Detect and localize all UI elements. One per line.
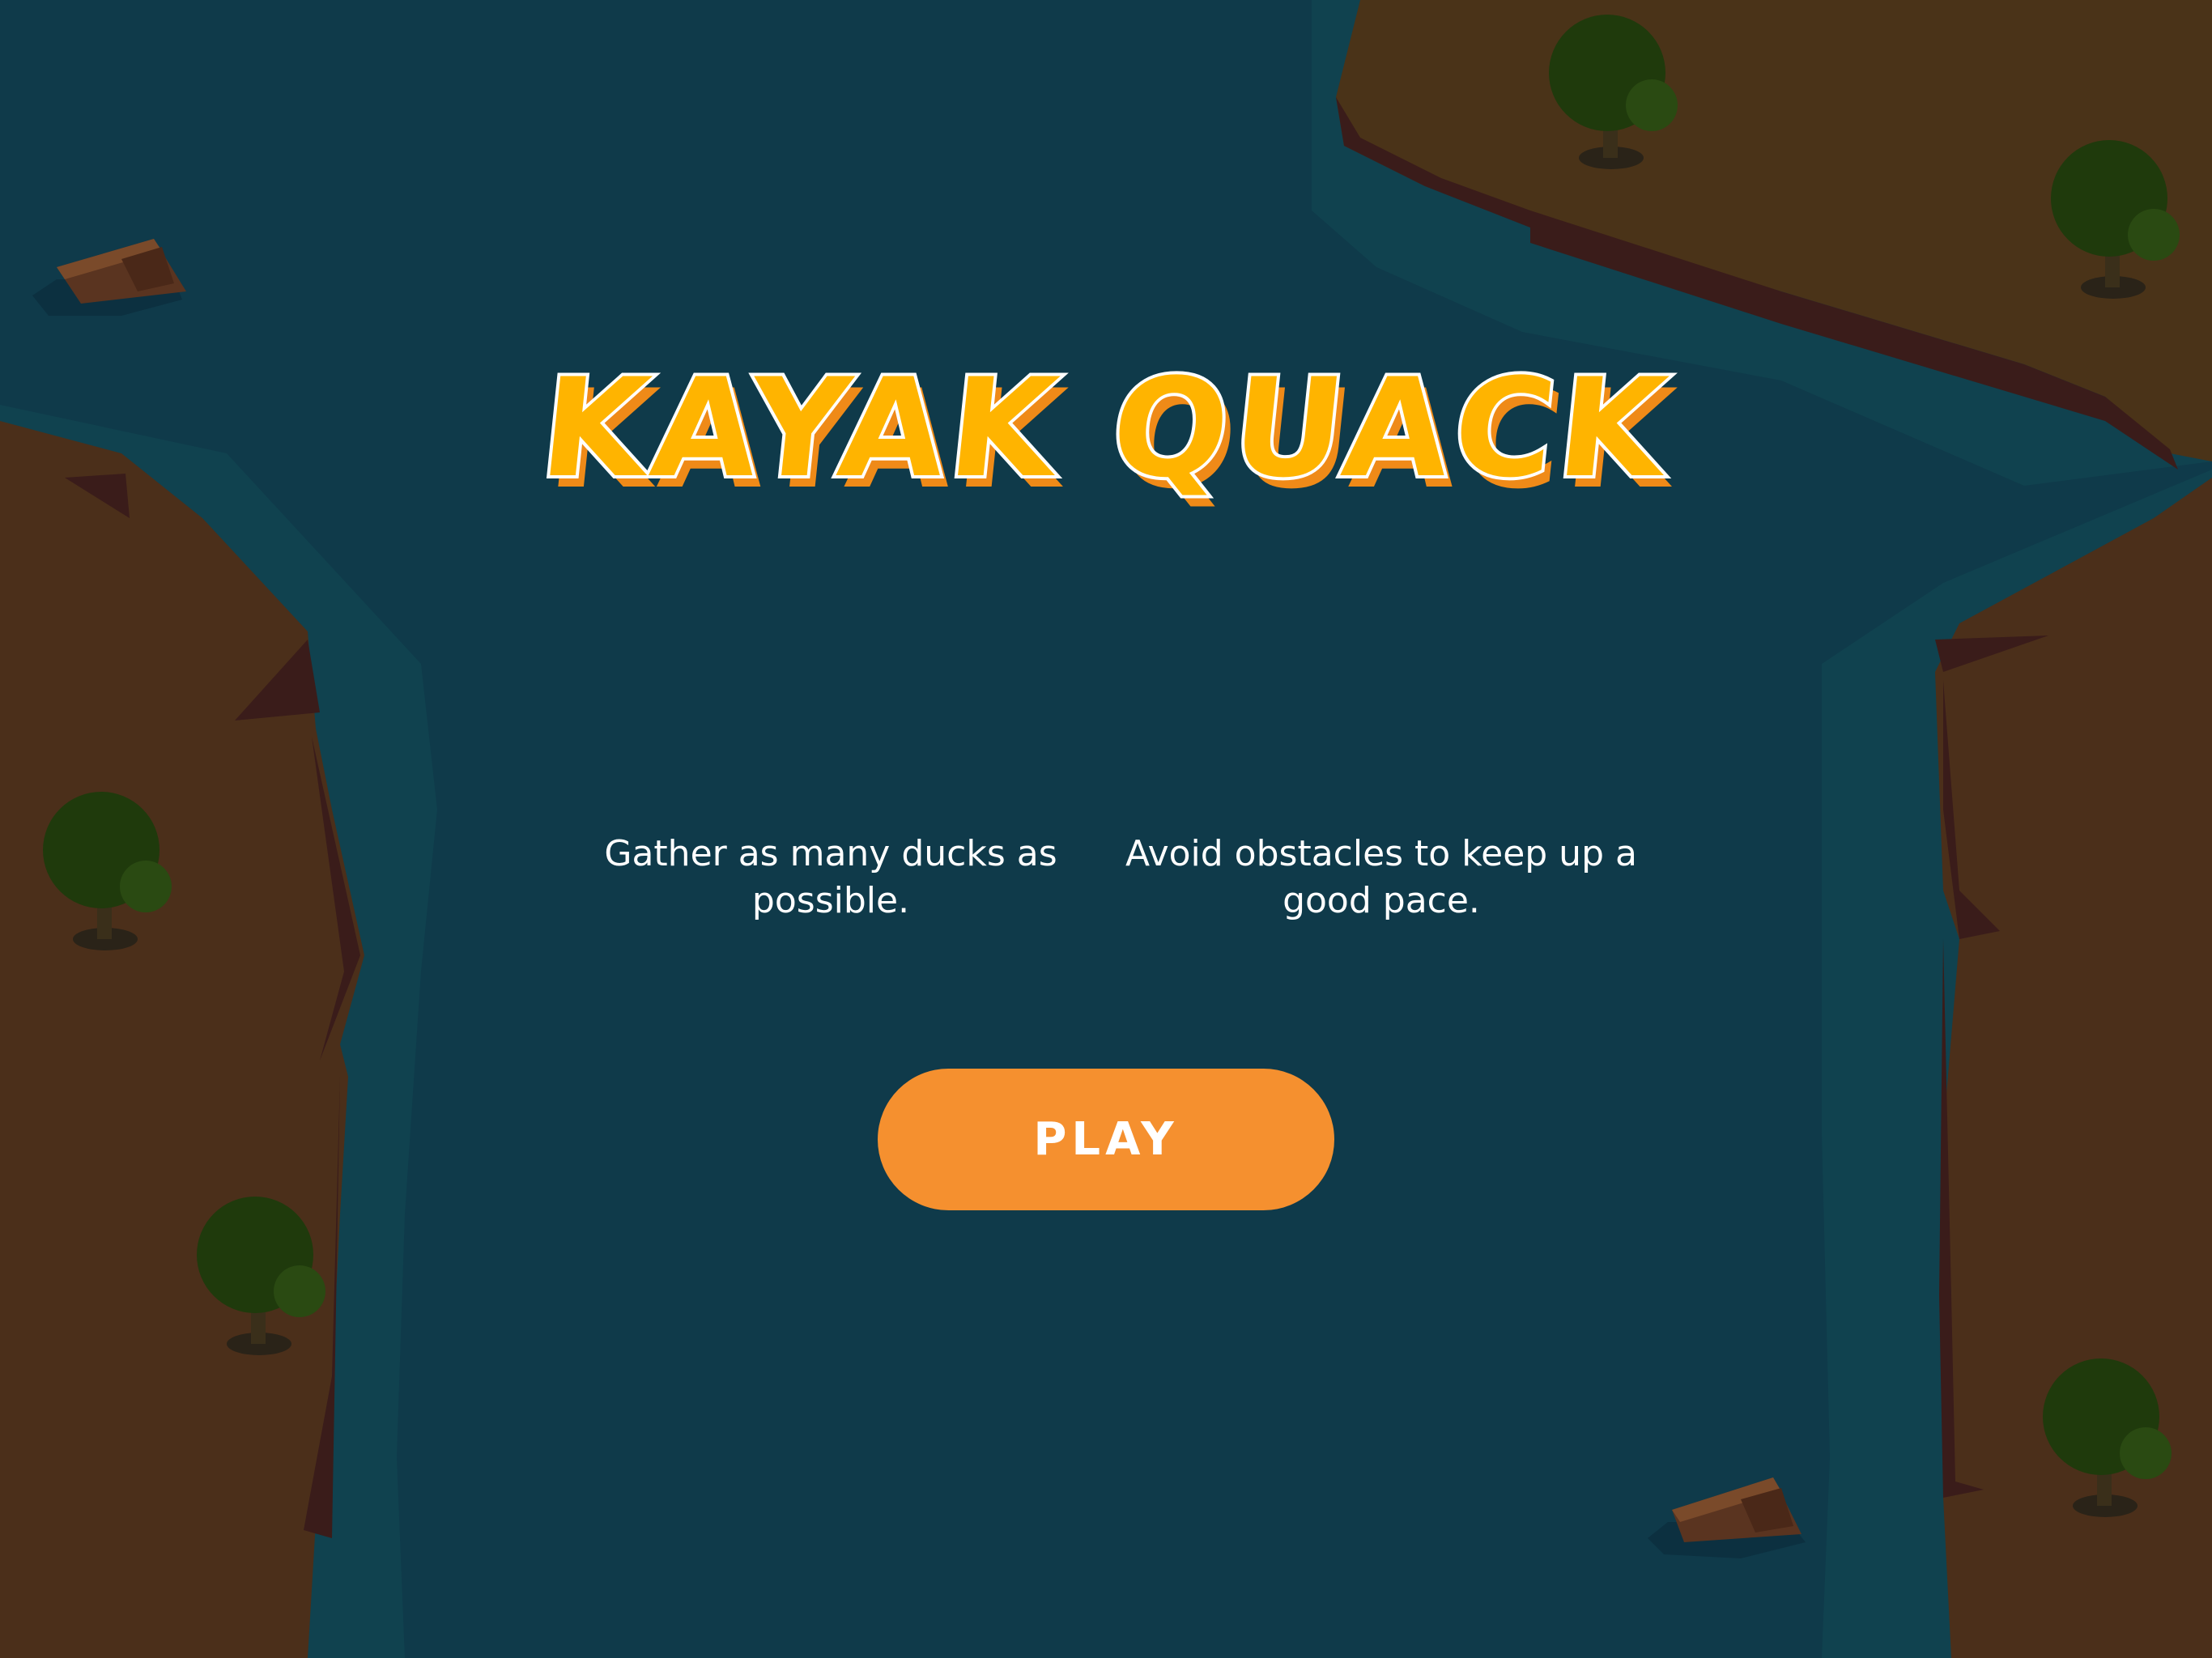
instruction-obstacles: Avoid obstacles to keep up a good pace. [1125, 833, 1637, 921]
game-start-screen: KAYAK QUACK KAYAK QUACK Gather as many d… [0, 0, 2212, 1658]
river-background [0, 0, 2212, 1658]
play-button[interactable]: PLAY [878, 1069, 1334, 1210]
game-title: KAYAK QUACK [531, 346, 1682, 511]
instruction-ducks: Gather as many ducks as possible. [604, 833, 1057, 921]
